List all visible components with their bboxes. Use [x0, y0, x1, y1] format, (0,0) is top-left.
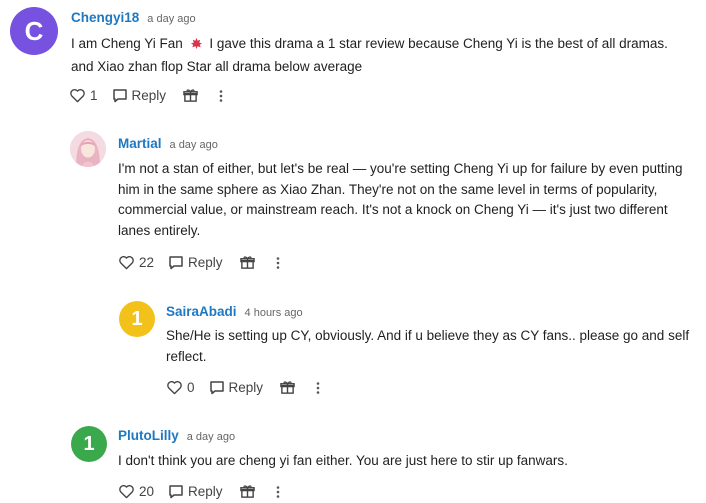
comment-text-part: I am Cheng Yi Fan: [71, 36, 183, 51]
more-vertical-icon: [218, 89, 224, 103]
reply-bubble-icon: [168, 484, 184, 499]
reply-label: Reply: [188, 255, 223, 270]
reply-button[interactable]: Reply: [112, 88, 167, 103]
timestamp: a day ago: [186, 431, 236, 443]
comment-text: I don't think you are cheng yi fan eithe…: [118, 453, 568, 468]
more-vertical-icon: [275, 256, 281, 270]
username[interactable]: Chengyi18: [71, 10, 139, 25]
avatar[interactable]: 1: [119, 301, 155, 337]
avatar[interactable]: C: [10, 7, 58, 55]
gift-icon: [280, 380, 295, 395]
heart-icon: [166, 380, 183, 395]
reply-bubble-icon: [112, 88, 128, 103]
like-button[interactable]: 0: [166, 380, 195, 395]
reply-label: Reply: [188, 484, 223, 499]
like-count: 22: [139, 255, 155, 270]
gift-icon: [239, 484, 255, 499]
heart-icon: [118, 484, 135, 499]
like-button[interactable]: 1: [69, 88, 98, 103]
reply-button[interactable]: Reply: [209, 380, 264, 395]
avatar[interactable]: 1: [71, 426, 107, 462]
more-options-button[interactable]: [218, 89, 224, 103]
more-vertical-icon: [275, 485, 281, 499]
username[interactable]: PlutoLilly: [118, 428, 179, 443]
gift-button[interactable]: [239, 484, 255, 499]
timestamp: a day ago: [169, 139, 218, 151]
username[interactable]: Martial: [118, 136, 162, 151]
reply-label: Reply: [228, 380, 264, 395]
comment-actions: 20 Reply: [118, 484, 281, 499]
more-options-button[interactable]: [315, 381, 321, 395]
heart-icon: [69, 88, 86, 103]
comment-header: Chengyi18 a day ago: [71, 10, 196, 25]
avatar-letter: 1: [131, 307, 143, 330]
maple-leaf-emoji-icon: [190, 36, 203, 57]
like-count: 1: [90, 88, 98, 103]
timestamp: a day ago: [147, 13, 196, 25]
avatar-letter: 1: [83, 432, 95, 455]
timestamp: 4 hours ago: [244, 307, 303, 319]
comment-text: I'm not a stan of either, but let's be r…: [118, 161, 683, 238]
more-options-button[interactable]: [275, 485, 281, 499]
like-button[interactable]: 22: [118, 255, 154, 270]
gift-button[interactable]: [183, 88, 198, 103]
like-count: 20: [139, 484, 155, 499]
comment-actions: 1 Reply: [69, 88, 224, 103]
username[interactable]: SairaAbadi: [166, 304, 237, 319]
user-photo-icon: [70, 131, 106, 167]
comment-actions: 0 Reply: [166, 380, 321, 395]
comment-actions: 22 Reply: [118, 255, 281, 270]
gift-button[interactable]: [239, 255, 255, 270]
reply-button[interactable]: Reply: [168, 484, 223, 499]
comment-text: I am Cheng Yi Fan I gave this drama a 1 …: [71, 34, 691, 77]
gift-icon: [183, 88, 198, 103]
avatar[interactable]: [70, 131, 106, 167]
reply-button[interactable]: Reply: [168, 255, 223, 270]
comment-header: PlutoLilly a day ago: [118, 428, 235, 443]
comment-header: SairaAbadi 4 hours ago: [166, 304, 303, 319]
more-vertical-icon: [315, 381, 321, 395]
like-count: 0: [187, 380, 195, 395]
comment-header: Martial a day ago: [118, 136, 218, 151]
reply-bubble-icon: [209, 380, 225, 395]
avatar-letter: C: [24, 15, 44, 46]
like-button[interactable]: 20: [118, 484, 154, 499]
gift-icon: [239, 255, 255, 270]
heart-icon: [118, 255, 135, 270]
more-options-button[interactable]: [275, 256, 281, 270]
gift-button[interactable]: [280, 380, 295, 395]
reply-bubble-icon: [168, 255, 184, 270]
reply-label: Reply: [131, 88, 167, 103]
comment-text: She/He is setting up CY, obviously. And …: [166, 328, 690, 364]
